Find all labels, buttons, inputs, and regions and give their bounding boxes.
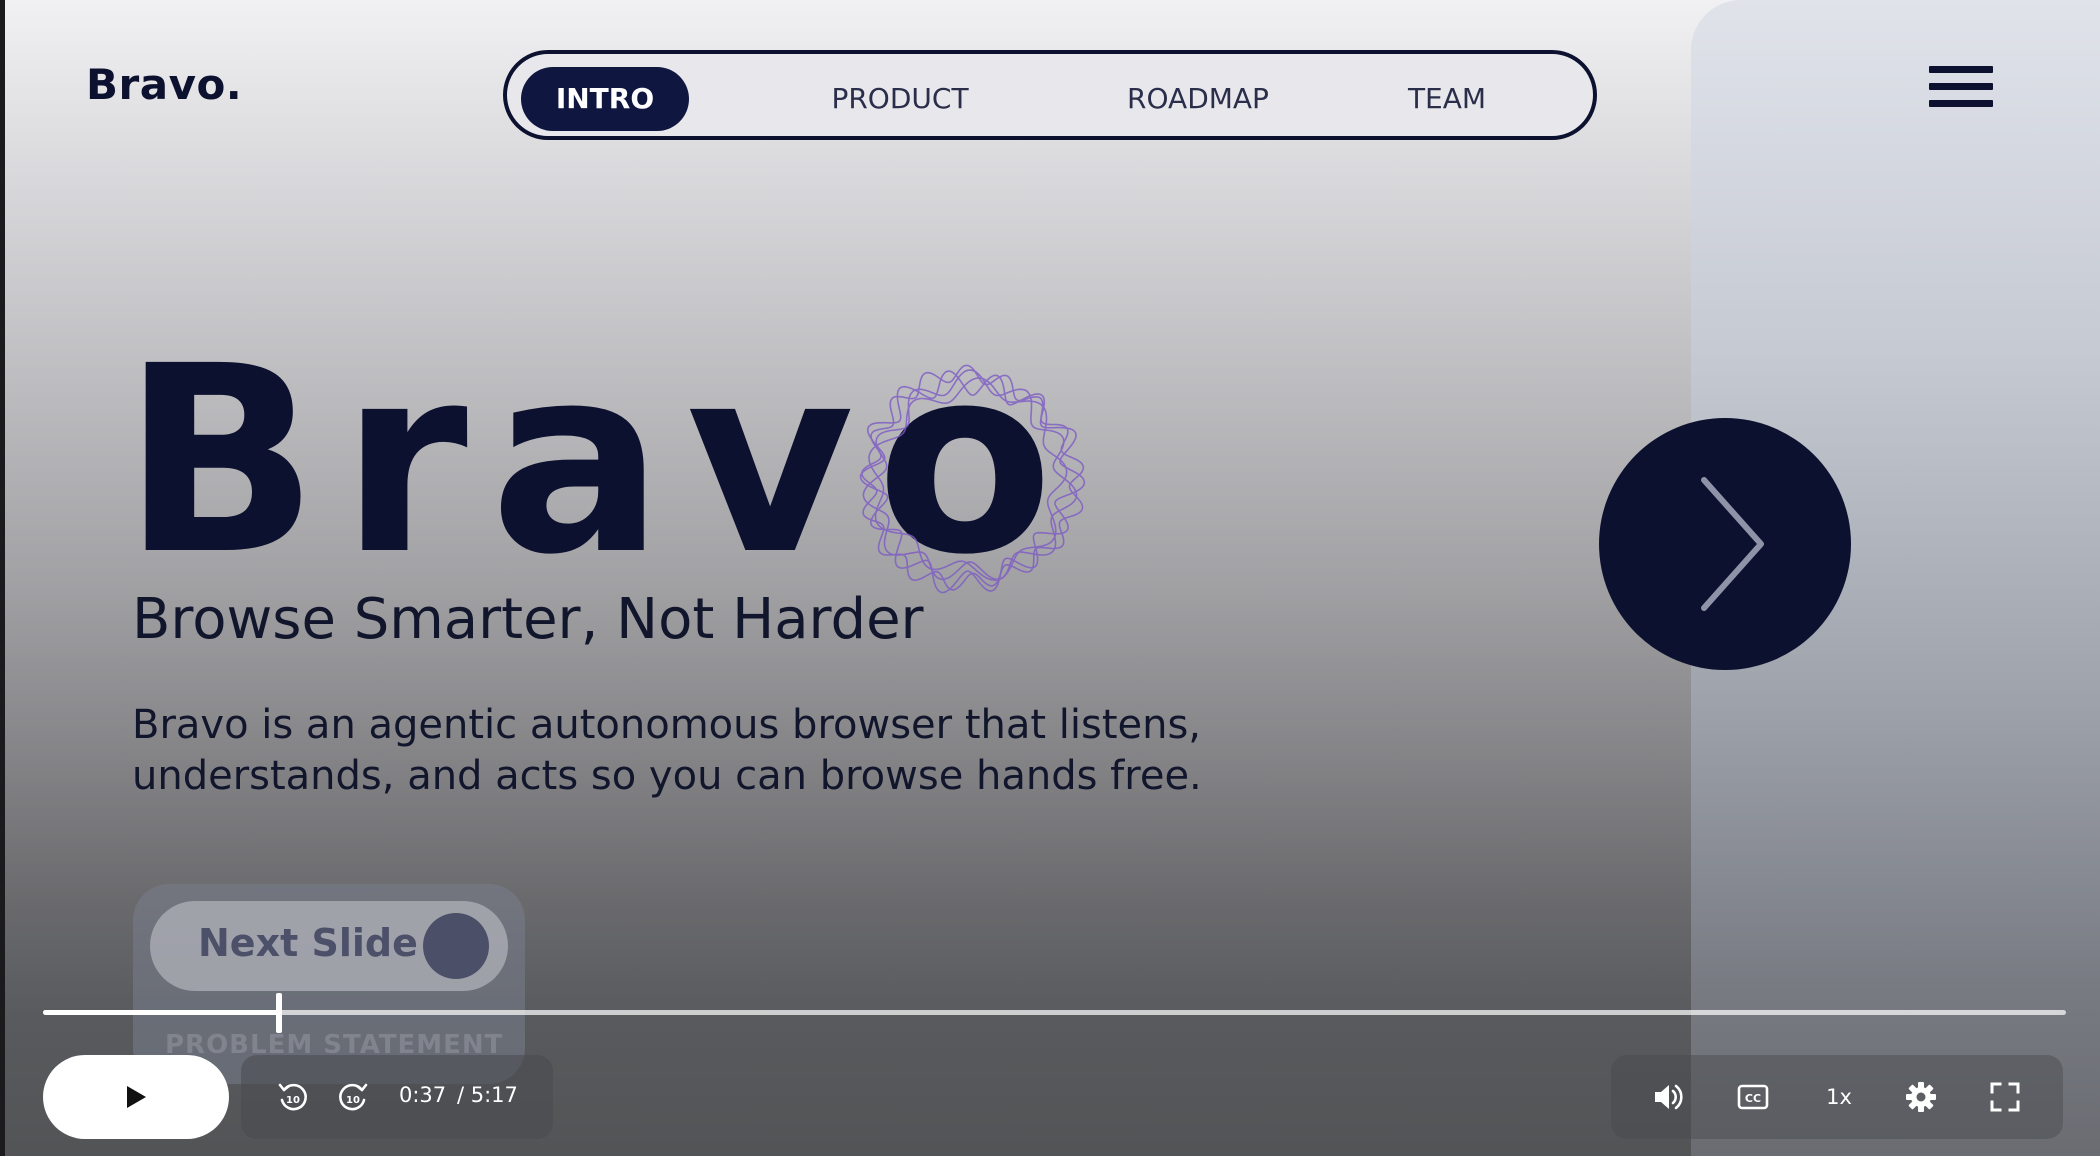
volume-icon[interactable] — [1651, 1079, 1687, 1115]
playback-speed-button[interactable]: 1x — [1819, 1081, 1859, 1113]
play-icon — [127, 1086, 146, 1108]
seek-thumb[interactable] — [276, 993, 282, 1033]
next-slide-button[interactable] — [1599, 418, 1851, 670]
forward-10-icon[interactable]: 10 — [335, 1079, 371, 1115]
svg-text:10: 10 — [286, 1095, 300, 1106]
next-slide-pill[interactable]: Next Slide — [150, 901, 508, 991]
player-settings-controls: CC 1x — [1611, 1055, 2063, 1139]
closed-captions-icon[interactable]: CC — [1735, 1079, 1771, 1115]
next-slide-dot-icon — [423, 913, 489, 979]
voice-waveform-icon — [859, 364, 1086, 594]
chevron-right-icon — [1701, 477, 1764, 611]
play-button[interactable] — [43, 1055, 229, 1139]
hero-description: Bravo is an agentic autonomous browser t… — [132, 700, 1332, 802]
current-time: 0:37 — [399, 1083, 447, 1107]
gear-icon[interactable] — [1903, 1079, 1939, 1115]
hamburger-menu-icon[interactable] — [1929, 66, 1993, 122]
svg-text:10: 10 — [346, 1095, 360, 1106]
next-slide-label: Next Slide — [198, 921, 418, 965]
svg-text:CC: CC — [1745, 1092, 1761, 1105]
fullscreen-icon[interactable] — [1987, 1079, 2023, 1115]
description-line-2: understands, and acts so you can browse … — [132, 753, 1202, 799]
rewind-10-icon[interactable]: 10 — [275, 1079, 311, 1115]
tab-roadmap[interactable]: ROADMAP — [1106, 67, 1290, 131]
description-line-1: Bravo is an agentic autonomous browser t… — [132, 702, 1202, 748]
tab-intro[interactable]: INTRO — [521, 67, 689, 131]
seek-bar[interactable] — [43, 993, 2066, 1033]
seek-bar-progress — [43, 1010, 279, 1015]
time-controls: 10 10 0:37 / 5:17 — [241, 1055, 553, 1139]
duration: / 5:17 — [457, 1083, 518, 1107]
tab-team[interactable]: TEAM — [1386, 67, 1508, 131]
video-frame: Bravo. INTRO PRODUCT ROADMAP TEAM Bravo … — [5, 0, 2100, 1156]
brand-logo[interactable]: Bravo. — [86, 60, 242, 109]
tab-product[interactable]: PRODUCT — [812, 67, 988, 131]
slide-nav: INTRO PRODUCT ROADMAP TEAM — [503, 50, 1597, 140]
next-slide-card[interactable]: Next Slide PROBLEM STATEMENT — [133, 884, 525, 1084]
hero-subtitle: Browse Smarter, Not Harder — [132, 587, 924, 652]
